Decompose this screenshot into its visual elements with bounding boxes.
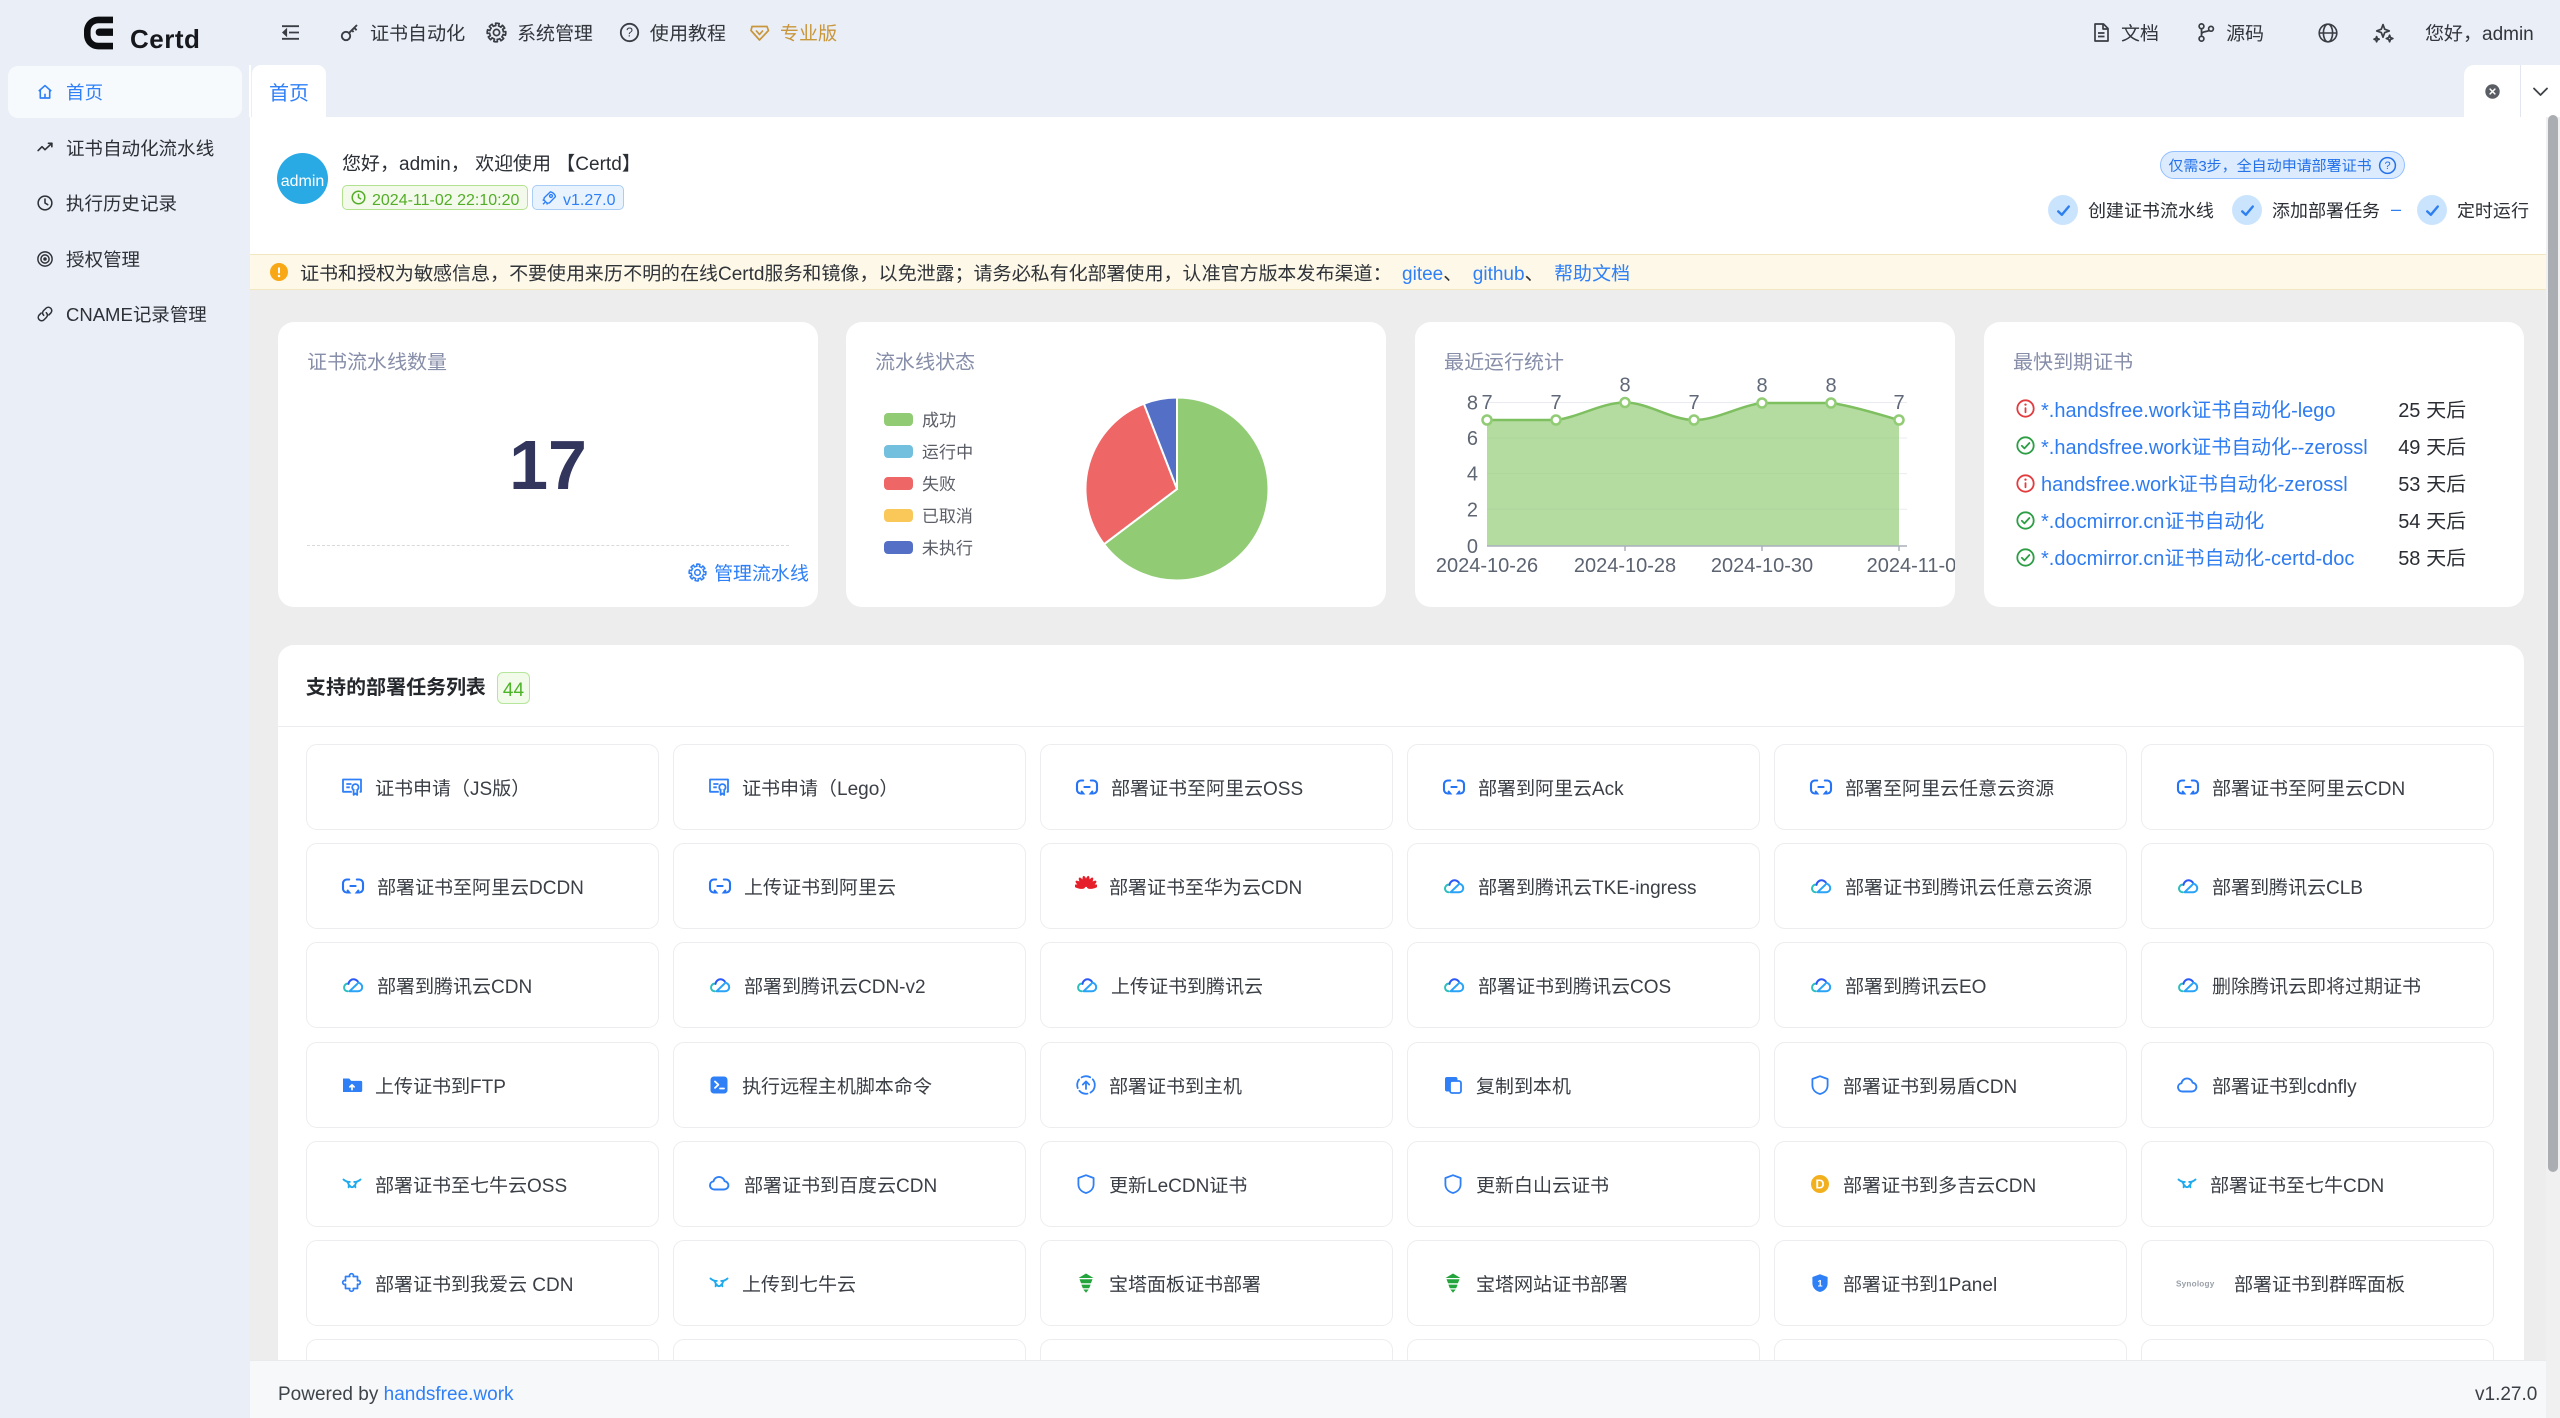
svg-text:2: 2 — [1467, 499, 1478, 521]
svg-text:7: 7 — [1481, 392, 1492, 414]
svg-text:1: 1 — [1817, 1279, 1822, 1289]
svg-text:?: ? — [2384, 160, 2390, 172]
svg-text:?: ? — [626, 26, 633, 40]
svg-text:6: 6 — [1467, 428, 1478, 450]
svg-text:8: 8 — [1756, 375, 1767, 397]
svg-text:8: 8 — [1619, 375, 1630, 397]
svg-text:2024-10-26: 2024-10-26 — [1436, 555, 1538, 577]
svg-text:D: D — [1815, 1177, 1824, 1191]
svg-text:7: 7 — [1893, 392, 1904, 414]
svg-text:8: 8 — [1825, 375, 1836, 397]
svg-text:Synology: Synology — [2176, 1280, 2215, 1289]
svg-text:8: 8 — [1467, 393, 1478, 415]
svg-text:2024-11-01: 2024-11-01 — [1867, 555, 1955, 577]
svg-text:2024-10-30: 2024-10-30 — [1711, 555, 1813, 577]
svg-text:7: 7 — [1688, 392, 1699, 414]
svg-text:7: 7 — [1550, 392, 1561, 414]
svg-text:2024-10-28: 2024-10-28 — [1574, 555, 1676, 577]
svg-text:4: 4 — [1467, 464, 1478, 486]
